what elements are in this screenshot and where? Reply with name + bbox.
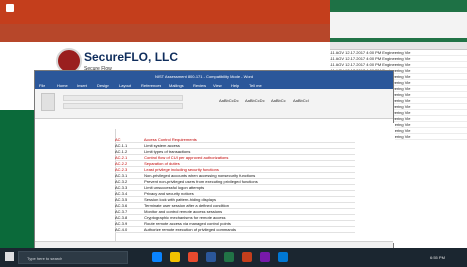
paste-icon[interactable] (41, 93, 55, 111)
word-ribbon: AaBbCcDc AaBbCcDc AaBbCc AaBbCcI (35, 89, 393, 119)
req-text: Least privilege including security funct… (144, 167, 219, 172)
word-title-bar: NIST Assessment 800-171 - Compatibility … (35, 71, 393, 81)
format-group[interactable] (63, 103, 183, 109)
word-icon[interactable] (206, 252, 216, 262)
edge-icon[interactable] (152, 252, 162, 262)
taskbar-clock[interactable]: 6:55 PM (430, 255, 445, 260)
windows-start-icon[interactable] (5, 252, 14, 261)
ppt-ribbon (0, 24, 330, 42)
tab-design[interactable]: Design (97, 83, 109, 88)
tab-insert[interactable]: Insert (77, 83, 87, 88)
word-status-bar (35, 241, 393, 248)
onenote-icon[interactable] (260, 252, 270, 262)
tab-help[interactable]: Help (231, 83, 239, 88)
tab-layout[interactable]: Layout (119, 83, 131, 88)
ppt-app-icon (6, 4, 14, 12)
req-text: Authorize remote execution of privileged… (143, 227, 236, 232)
word-window[interactable]: NIST Assessment 800-171 - Compatibility … (34, 70, 395, 248)
outlook-icon[interactable] (278, 252, 288, 262)
taskbar-search-input[interactable]: Type here to search (18, 251, 128, 264)
excel-icon[interactable] (224, 252, 234, 262)
req-text: Separation of duties (144, 161, 180, 166)
req-text: Prevent non-privileged users from execut… (144, 179, 258, 184)
tab-review[interactable]: Review (193, 83, 206, 88)
req-text: Non-privileged accounts when accessing n… (144, 173, 256, 178)
req-text: Control flow of CUI per approved authori… (144, 155, 229, 160)
tab-mailings[interactable]: Mailings (169, 83, 184, 88)
style-no-spacing[interactable]: AaBbCcDc (245, 98, 265, 103)
file-explorer-icon[interactable] (170, 252, 180, 262)
chrome-icon[interactable] (188, 252, 198, 262)
tab-home[interactable]: Home (57, 83, 68, 88)
tab-references[interactable]: References (141, 83, 161, 88)
word-tabs: File Home Insert Design Layout Reference… (35, 81, 393, 89)
req-text: Access Control Requirements (143, 137, 197, 142)
style-heading1[interactable]: AaBbCc (271, 98, 286, 103)
tab-view[interactable]: View (213, 83, 222, 88)
table-row: AC.4.0 Authorize remote execution of pri… (115, 227, 355, 233)
style-normal[interactable]: AaBbCcDc (219, 98, 239, 103)
req-code: AC.4.0 (115, 227, 128, 232)
tab-file[interactable]: File (39, 83, 45, 88)
style-heading2[interactable]: AaBbCcI (293, 98, 309, 103)
req-text: Session lock with pattern-hiding display… (144, 197, 216, 202)
req-text: Limit unsuccessful logon attempts (144, 185, 205, 190)
font-group[interactable] (63, 95, 183, 101)
req-text: Monitor and control remote access sessio… (144, 209, 223, 214)
company-name: SecureFLO, LLC (84, 50, 179, 64)
req-text: Route remote access via managed control … (144, 221, 231, 226)
req-text: Cryptographic mechanisms for remote acce… (144, 215, 226, 220)
req-text: Terminate user session after a defined c… (144, 203, 229, 208)
excel-column-headers (320, 42, 467, 50)
ppt-title-bar (0, 0, 330, 24)
tab-tell-me[interactable]: Tell me (249, 83, 262, 88)
req-text: Privacy and security notices (144, 191, 194, 196)
powerpoint-icon[interactable] (242, 252, 252, 262)
req-text: Limit system access (144, 143, 180, 148)
search-placeholder: Type here to search (27, 256, 63, 261)
req-text: Limit types of transactions (144, 149, 191, 154)
word-title: NIST Assessment 800-171 - Compatibility … (155, 74, 254, 79)
